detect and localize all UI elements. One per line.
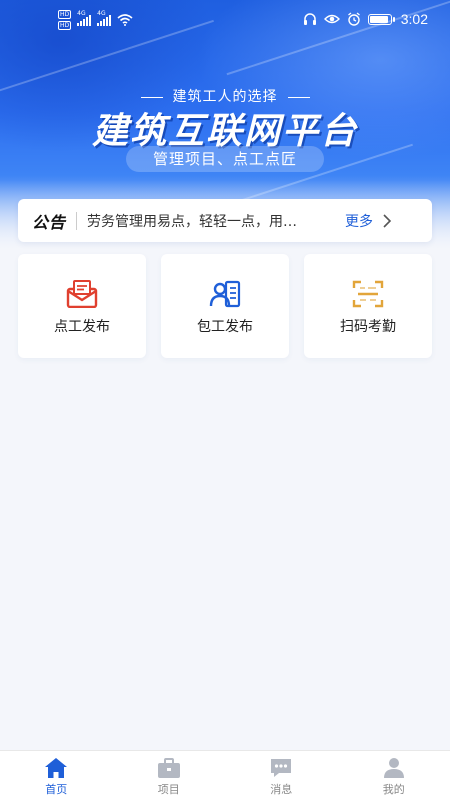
hd-badge: HD — [58, 10, 72, 19]
notice-divider — [76, 211, 78, 230]
feature-card-label: 点工发布 — [54, 319, 110, 335]
tab-projects[interactable]: 项目 — [113, 751, 226, 800]
tab-mine[interactable]: 我的 — [338, 751, 450, 800]
tab-label: 项目 — [157, 783, 180, 796]
feature-card-label: 扫码考勤 — [340, 319, 396, 335]
chat-icon — [271, 759, 292, 777]
alarm-icon — [347, 12, 360, 26]
user-icon — [383, 758, 404, 778]
feature-card-scan-attendance[interactable]: 扫码考勤 — [304, 254, 432, 358]
tab-label: 我的 — [382, 783, 405, 796]
status-time: 3:02 — [400, 11, 428, 27]
tab-home[interactable]: 首页 — [0, 751, 113, 800]
mail-icon — [66, 280, 98, 308]
tab-messages[interactable]: 消息 — [225, 751, 338, 800]
notice-more-link[interactable]: 更多 — [345, 211, 373, 231]
status-bar: HD HD 4G 4G 3:02 — [0, 0, 450, 40]
notice-label: 公告 — [32, 212, 67, 232]
home-icon — [45, 758, 68, 778]
tab-label: 消息 — [270, 783, 293, 796]
contact-card-icon — [209, 280, 241, 308]
signal-icon: 4G — [77, 10, 92, 26]
hero-subtitle: 管理项目、点工点匠 — [126, 146, 324, 172]
feature-grid: 点工发布 包工发布 扫码考勤 — [18, 254, 432, 358]
headset-icon — [303, 12, 316, 25]
bottom-tab-bar: 首页 项目 消息 我的 — [0, 750, 450, 800]
feature-card-contract-post[interactable]: 包工发布 — [161, 254, 289, 358]
notice-text[interactable]: 劳务管理用易点，轻轻一点，用… — [87, 211, 339, 231]
feature-card-day-labor-post[interactable]: 点工发布 — [18, 254, 146, 358]
chevron-right-icon[interactable] — [379, 213, 395, 229]
eye-icon — [323, 14, 340, 24]
scan-icon — [352, 280, 384, 308]
signal-icon: 4G — [97, 10, 112, 26]
hd-badge: HD — [58, 21, 72, 30]
feature-card-label: 包工发布 — [197, 319, 253, 335]
tab-label: 首页 — [45, 783, 68, 796]
notice-bar[interactable]: 公告 劳务管理用易点，轻轻一点，用… 更多 — [18, 199, 432, 242]
wifi-icon — [117, 14, 133, 26]
battery-icon — [367, 13, 395, 25]
briefcase-icon — [157, 758, 180, 778]
